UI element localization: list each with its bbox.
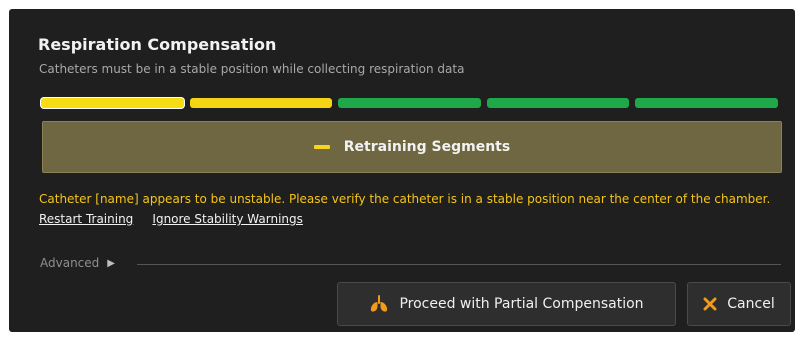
lungs-icon xyxy=(369,295,389,313)
dash-icon xyxy=(313,145,330,149)
respiration-compensation-dialog: Respiration Compensation Catheters must … xyxy=(9,9,795,332)
advanced-toggle[interactable]: Advanced ▶ xyxy=(40,256,115,270)
cancel-button-label: Cancel xyxy=(727,296,775,312)
close-icon xyxy=(703,297,717,311)
progress-segment-4 xyxy=(486,98,630,108)
dialog-title: Respiration Compensation xyxy=(38,35,277,54)
progress-bar xyxy=(41,98,778,108)
advanced-divider xyxy=(137,264,781,265)
advanced-label: Advanced xyxy=(40,256,100,270)
restart-training-link[interactable]: Restart Training xyxy=(39,212,133,226)
progress-segment-2 xyxy=(189,98,333,108)
dialog-subtitle: Catheters must be in a stable position w… xyxy=(39,62,465,76)
progress-segment-3 xyxy=(338,98,481,108)
stability-warning: Catheter [name] appears to be unstable. … xyxy=(39,189,784,229)
status-banner-label: Retraining Segments xyxy=(343,139,511,155)
status-banner: Retraining Segments xyxy=(42,121,782,173)
progress-segment-1 xyxy=(41,98,184,108)
proceed-button-label: Proceed with Partial Compensation xyxy=(399,296,644,312)
proceed-with-partial-compensation-button[interactable]: Proceed with Partial Compensation xyxy=(337,282,676,326)
progress-segment-5 xyxy=(635,98,778,108)
ignore-stability-warnings-link[interactable]: Ignore Stability Warnings xyxy=(152,212,302,226)
cancel-button[interactable]: Cancel xyxy=(687,282,791,326)
chevron-right-icon: ▶ xyxy=(107,257,115,269)
warning-message: Catheter [name] appears to be unstable. … xyxy=(39,192,771,206)
